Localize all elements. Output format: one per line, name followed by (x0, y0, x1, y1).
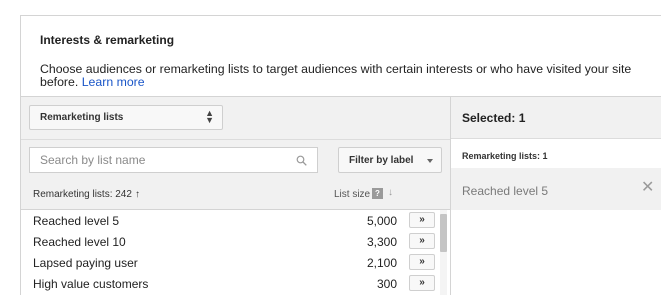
filter-by-label-button[interactable]: Filter by label (338, 147, 442, 173)
divider (21, 139, 450, 140)
available-lists-pane: Remarketing lists ▲▼ Filter by label Rem… (21, 96, 450, 295)
targeting-type-value: Remarketing lists (40, 112, 124, 123)
add-list-button[interactable]: » (409, 233, 435, 249)
list-name-column-header[interactable]: Remarketing lists: 242 ↑ (33, 189, 140, 200)
list-item-size: 3,300 (366, 235, 397, 249)
select-arrows-icon: ▲ ▼ (205, 108, 214, 125)
list-item-size: 300 (376, 277, 397, 291)
list-scrollbar[interactable] (440, 210, 447, 295)
panel-header: Interests & remarketing Choose audiences… (21, 16, 661, 96)
filter-by-label-text: Filter by label (349, 155, 414, 166)
targeting-type-select[interactable]: Remarketing lists ▲ ▼ (29, 105, 223, 130)
list-item-name: Lapsed paying user (33, 256, 138, 270)
add-list-button[interactable]: » (409, 254, 435, 270)
list-item: Lapsed paying user 2,100 » (21, 252, 441, 273)
list-item: Reached level 5 5,000 » (21, 210, 441, 231)
list-column-header: Remarketing lists: 242 ↑ List size ? ↓ (21, 181, 450, 209)
learn-more-link[interactable]: Learn more (82, 75, 145, 89)
selected-subheader: Remarketing lists: 1 (451, 140, 661, 168)
list-count-label: Remarketing lists: 242 (33, 189, 132, 200)
list-item-size: 2,100 (366, 256, 397, 270)
interests-remarketing-panel: Interests & remarketing Choose audiences… (20, 15, 661, 295)
sort-down-icon[interactable]: ↓ (388, 187, 393, 198)
selected-lists-count: Remarketing lists: 1 (462, 151, 548, 161)
selected-count: Selected: 1 (462, 111, 526, 125)
scrollbar-thumb[interactable] (440, 214, 447, 252)
list-size-column-header[interactable]: List size (334, 189, 370, 200)
remarketing-list: Reached level 5 5,000 » Reached level 10… (21, 209, 450, 295)
selected-header: Selected: 1 (451, 97, 661, 139)
search-box (29, 147, 318, 173)
search-input[interactable] (30, 148, 317, 172)
list-item-name: Reached level 5 (33, 214, 120, 228)
list-item-name: Reached level 10 (33, 235, 126, 249)
chevron-down-icon (427, 159, 433, 163)
list-item: Reached level 10 3,300 » (21, 231, 441, 252)
list-item-name: High value customers (33, 277, 149, 291)
panel-title: Interests & remarketing (40, 33, 175, 47)
help-icon[interactable]: ? (372, 188, 383, 199)
add-list-button[interactable]: » (409, 275, 435, 291)
selected-item: Reached level 5 ✕ (451, 168, 661, 210)
sort-up-icon: ↑ (134, 189, 140, 200)
panel-description: Choose audiences or remarketing lists to… (40, 63, 661, 89)
close-icon[interactable]: ✕ (641, 180, 654, 196)
list-item: High value customers 300 » (21, 273, 441, 294)
selected-item-name: Reached level 5 (462, 184, 549, 198)
selected-pane: Selected: 1 Remarketing lists: 1 Reached… (450, 96, 661, 295)
list-item-size: 5,000 (366, 214, 397, 228)
search-icon[interactable] (296, 155, 307, 166)
add-list-button[interactable]: » (409, 212, 435, 228)
